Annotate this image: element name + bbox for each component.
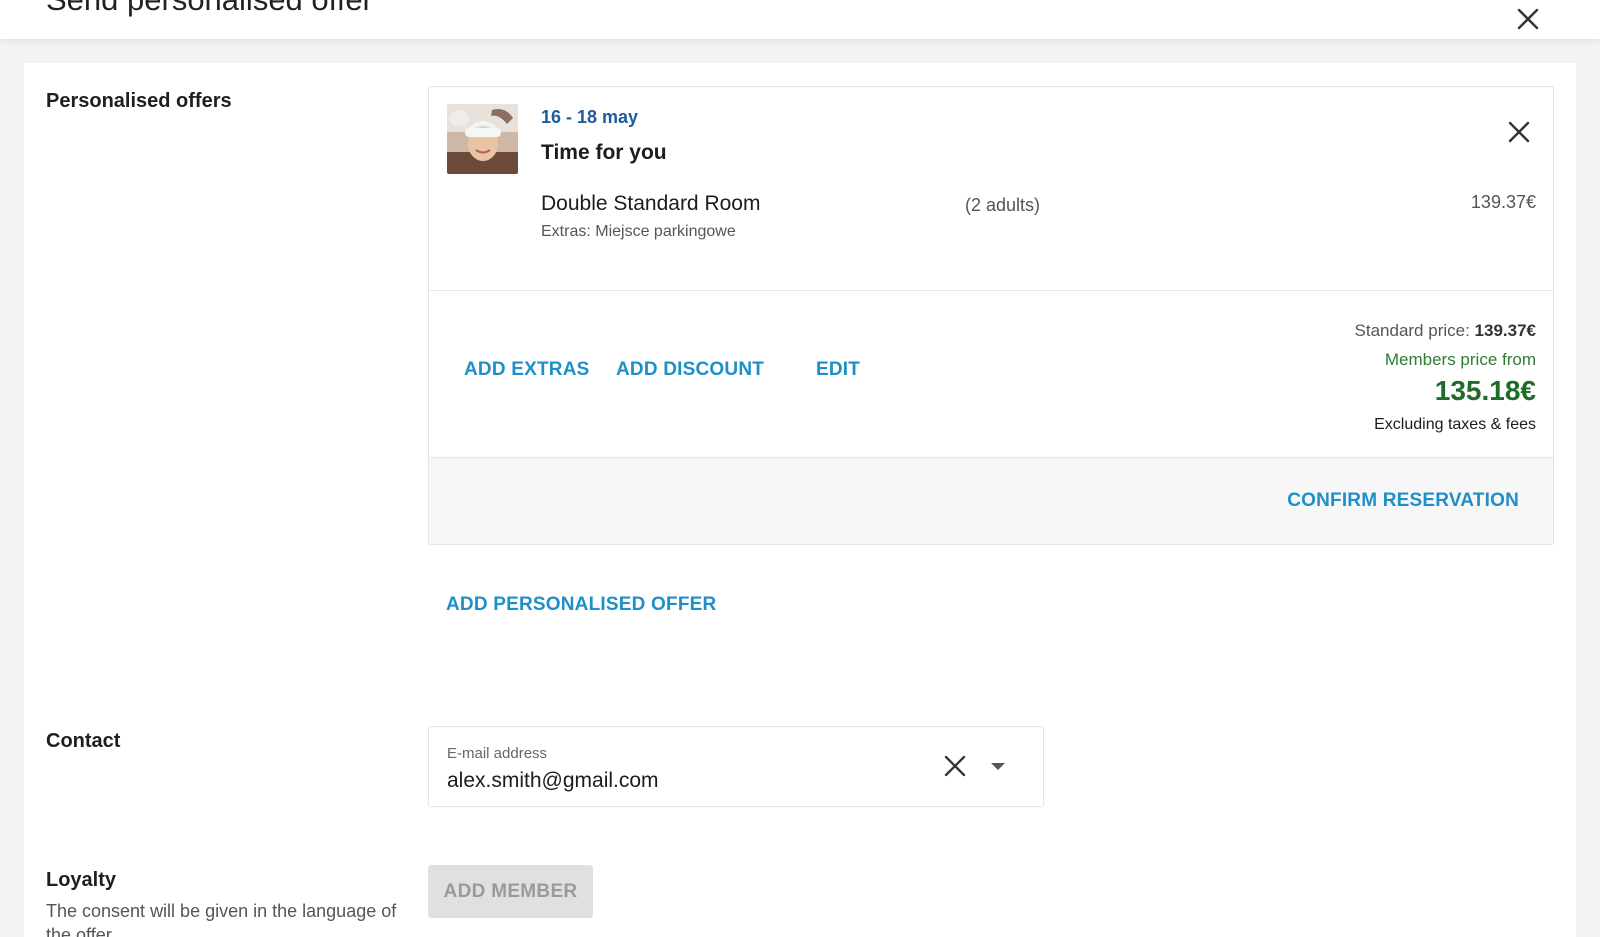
offer-dates: 16 - 18 may (541, 107, 639, 127)
dialog-title: Send personalised offer (46, 0, 373, 18)
standard-price-value: 139.37€ (1474, 321, 1536, 340)
close-icon (944, 755, 966, 777)
edit-button[interactable]: EDIT (816, 359, 860, 381)
room-guests: (2 adults) (965, 195, 1041, 215)
offer-name: Time for you (541, 141, 667, 164)
offer-actions: ADD EXTRAS ADD DISCOUNT EDIT Standard pr… (429, 291, 1553, 457)
add-discount-button[interactable]: ADD DISCOUNT (616, 359, 764, 381)
members-price-label: Members price from (1384, 350, 1536, 369)
loyalty-note: The consent will be given in the languag… (46, 901, 397, 937)
offer-summary: 16 - 18 may Time for you Double Standard… (429, 87, 1553, 291)
spa-treatment-photo (447, 104, 518, 174)
email-field-label: E-mail address (447, 745, 548, 762)
personalised-offers-label: Personalised offers (46, 90, 232, 112)
email-dropdown-button[interactable] (989, 759, 1007, 773)
email-value[interactable]: alex.smith@gmail.com (447, 769, 659, 793)
tax-note: Excluding taxes & fees (1374, 416, 1536, 433)
dialog-body: Personalised offers 16 - 18 may Time for… (24, 63, 1576, 937)
standard-price: Standard price: 139.37€ (1355, 321, 1536, 341)
members-price-value: 135.18€ (1434, 375, 1536, 406)
add-extras-button[interactable]: ADD EXTRAS (464, 359, 590, 381)
close-icon (1517, 8, 1539, 30)
clear-email-button[interactable] (941, 752, 969, 780)
room-price: 139.37€ (1470, 192, 1536, 212)
contact-label: Contact (46, 730, 121, 752)
offer-image (447, 104, 518, 174)
add-member-button[interactable]: ADD MEMBER (428, 865, 593, 918)
close-icon (1508, 121, 1530, 143)
room-extras: Extras: Miejsce parkingowe (541, 223, 736, 240)
email-field[interactable]: E-mail address alex.smith@gmail.com (428, 726, 1044, 807)
offer-footer: CONFIRM RESERVATION (429, 457, 1553, 544)
close-dialog-button[interactable] (1513, 4, 1543, 34)
confirm-reservation-button[interactable]: CONFIRM RESERVATION (1287, 490, 1519, 512)
offer-card: 16 - 18 may Time for you Double Standard… (428, 86, 1554, 545)
dialog-header: Send personalised offer (0, 0, 1600, 39)
loyalty-label: Loyalty (46, 869, 117, 891)
add-personalised-offer-button[interactable]: ADD PERSONALISED OFFER (446, 594, 716, 616)
remove-offer-button[interactable] (1504, 117, 1534, 147)
caret-down-icon (991, 763, 1005, 770)
room-name: Double Standard Room (541, 192, 761, 215)
standard-price-label: Standard price: (1354, 321, 1470, 340)
